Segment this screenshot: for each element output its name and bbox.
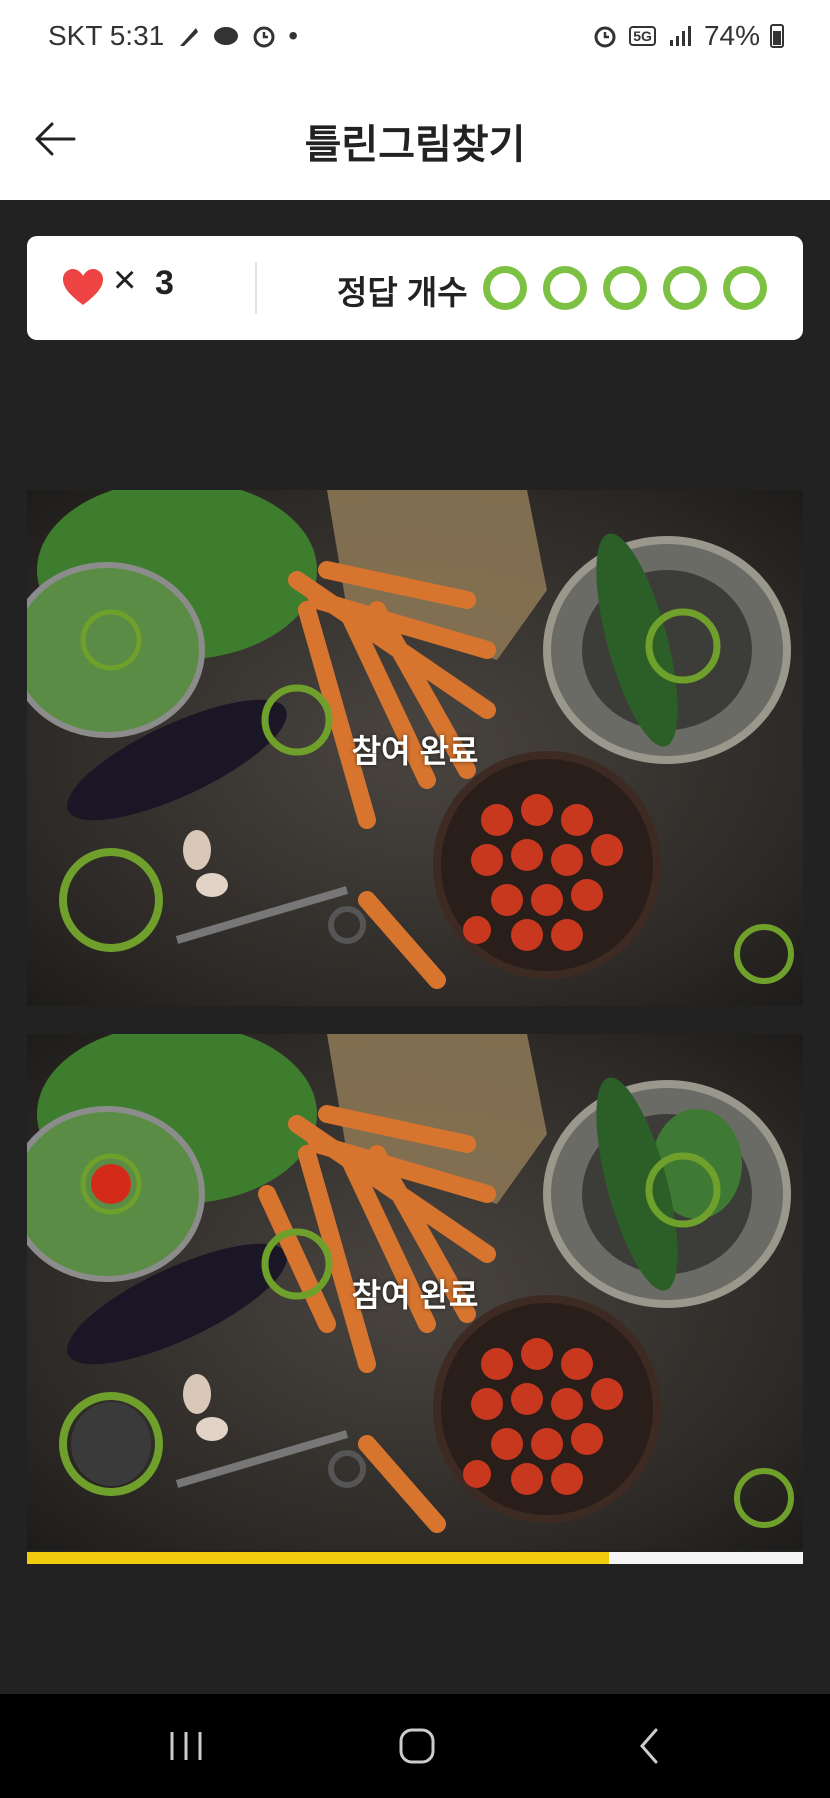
score-card: × 3 정답 개수 xyxy=(27,236,803,340)
answer-dots xyxy=(483,266,767,310)
home-icon[interactable] xyxy=(387,1724,447,1768)
answer-dot xyxy=(663,266,707,310)
answer-dot xyxy=(723,266,767,310)
answer-dot xyxy=(543,266,587,310)
times-sign: × xyxy=(113,258,137,302)
lives-count: 3 xyxy=(155,264,174,302)
divider xyxy=(255,262,257,314)
app-header: 틀린그림찾기 xyxy=(0,76,830,200)
battery-text: 74% xyxy=(703,20,760,51)
completed-overlay-bottom: 참여 완료 xyxy=(351,1277,479,1313)
cloud-chat-icon xyxy=(214,27,239,45)
puzzle-image-top[interactable]: 참여 완료 xyxy=(27,490,803,1006)
alarm-icon xyxy=(253,26,275,48)
back-icon[interactable] xyxy=(620,1724,680,1768)
status-left: SKT 5:31 • xyxy=(48,20,298,52)
timer-progress-bar xyxy=(27,1552,803,1564)
system-nav-bar xyxy=(0,1694,830,1798)
answer-dot xyxy=(603,266,647,310)
page-title: 틀린그림찾기 xyxy=(304,123,526,167)
feather-icon xyxy=(180,28,199,46)
recent-apps-icon[interactable] xyxy=(156,1724,216,1768)
completed-overlay-top: 참여 완료 xyxy=(351,733,479,769)
alarm-icon xyxy=(594,26,616,48)
5g-icon: 5G xyxy=(629,26,656,46)
timer-progress-fill xyxy=(27,1552,609,1564)
signal-icon xyxy=(669,26,691,46)
status-dot: • xyxy=(288,20,299,51)
answer-dot xyxy=(483,266,527,310)
battery-icon xyxy=(770,24,784,48)
status-right: 5G 74% xyxy=(591,20,784,52)
carrier-time: SKT 5:31 xyxy=(48,20,165,51)
puzzle-image-bottom[interactable]: 참여 완료 xyxy=(27,1034,803,1550)
heart-icon xyxy=(63,269,103,305)
status-bar: SKT 5:31 • 5G 74% xyxy=(0,0,830,76)
answer-count-label: 정답 개수 xyxy=(337,274,468,311)
